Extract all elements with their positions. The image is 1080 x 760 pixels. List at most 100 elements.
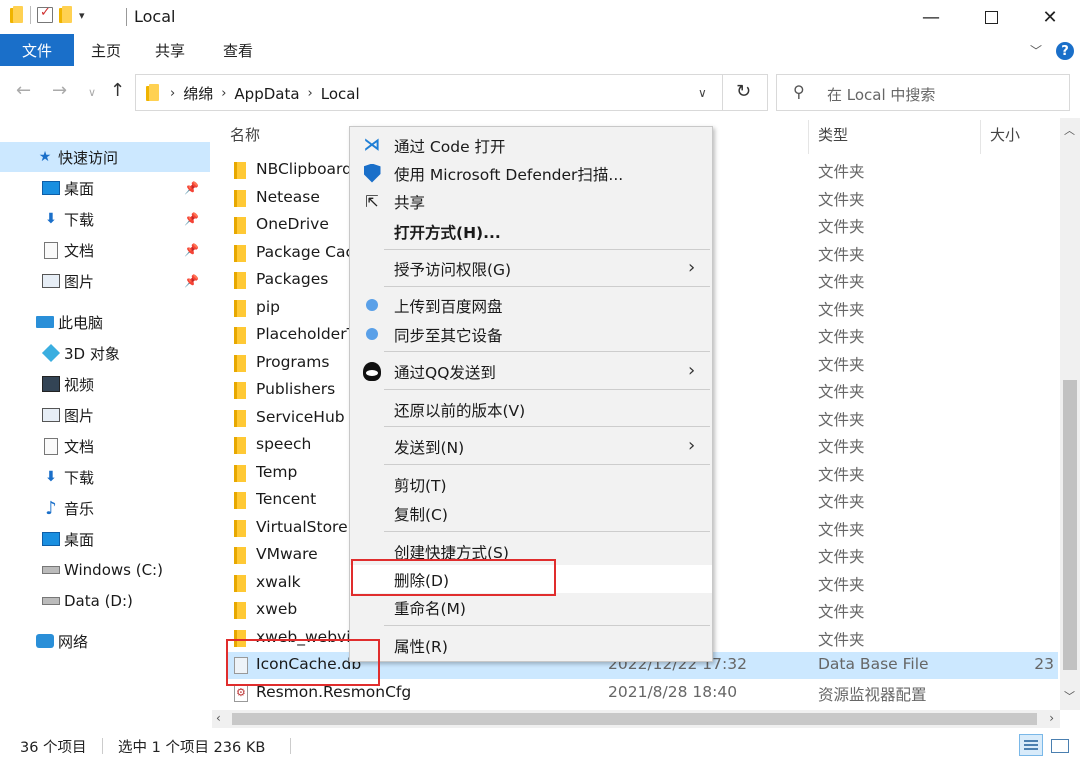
file-name[interactable]: pip bbox=[256, 298, 280, 316]
customize-toolbar-dropdown-icon[interactable]: ▾ bbox=[79, 9, 85, 22]
back-arrow-icon[interactable]: ← bbox=[16, 80, 31, 101]
breadcrumb-item[interactable]: 绵绵 bbox=[183, 83, 213, 104]
menu-item-rename[interactable]: 重命名(M) bbox=[350, 593, 712, 621]
breadcrumb-item[interactable]: Local bbox=[321, 85, 360, 103]
large-icons-view-icon[interactable] bbox=[1048, 735, 1070, 755]
file-name[interactable]: PlaceholderT bbox=[256, 325, 356, 343]
sidebar-item-drive-c[interactable]: Windows (C:) bbox=[0, 555, 210, 585]
tab-file[interactable]: 文件 bbox=[0, 34, 74, 66]
pin-icon[interactable]: 📌 bbox=[184, 274, 199, 288]
menu-item-label: 打开方式(H)... bbox=[394, 224, 501, 242]
up-arrow-icon[interactable]: ↑ bbox=[110, 80, 125, 101]
sidebar-item-downloads[interactable]: ⬇ 下载 📌 bbox=[0, 204, 210, 234]
file-name[interactable]: NBClipboard bbox=[256, 160, 352, 178]
column-divider[interactable] bbox=[808, 120, 809, 154]
menu-item-open-with-code[interactable]: ⋊ 通过 Code 打开 bbox=[350, 131, 712, 159]
file-name[interactable]: VirtualStore bbox=[256, 518, 348, 536]
breadcrumb-separator-icon[interactable]: › bbox=[170, 86, 175, 101]
file-name[interactable]: xwalk bbox=[256, 573, 301, 591]
tab-home[interactable]: 主页 bbox=[86, 34, 126, 66]
menu-item-properties[interactable]: 属性(R) bbox=[350, 631, 712, 659]
menu-item-upload-baidu[interactable]: 上传到百度网盘 bbox=[350, 291, 712, 319]
file-name[interactable]: Netease bbox=[256, 188, 320, 206]
breadcrumb-separator-icon[interactable]: › bbox=[221, 86, 226, 101]
address-history-dropdown-icon[interactable]: ∨ bbox=[698, 86, 707, 100]
close-button[interactable]: ✕ bbox=[1020, 0, 1080, 34]
maximize-icon bbox=[984, 10, 998, 24]
file-name[interactable]: OneDrive bbox=[256, 215, 329, 233]
forward-arrow-icon[interactable]: → bbox=[52, 80, 67, 101]
file-type: 文件夹 bbox=[818, 630, 865, 649]
sidebar-item-3d-objects[interactable]: 3D 对象 bbox=[0, 338, 210, 368]
menu-item-defender-scan[interactable]: 使用 Microsoft Defender扫描... bbox=[350, 159, 712, 187]
file-name[interactable]: speech bbox=[256, 435, 311, 453]
search-input[interactable]: 在 Local 中搜索 bbox=[827, 84, 935, 105]
sidebar-item-pictures[interactable]: 图片 📌 bbox=[0, 266, 210, 296]
file-name[interactable]: Publishers bbox=[256, 380, 335, 398]
file-type: 文件夹 bbox=[818, 603, 865, 621]
column-header-type[interactable]: 类型 bbox=[818, 124, 848, 145]
menu-item-send-to[interactable]: 发送到(N) › bbox=[350, 432, 712, 460]
menu-item-copy[interactable]: 复制(C) bbox=[350, 499, 712, 527]
sidebar-item-this-pc[interactable]: 此电脑 bbox=[0, 307, 210, 337]
breadcrumb-separator-icon[interactable]: › bbox=[308, 86, 313, 101]
sidebar-item-videos[interactable]: 视频 bbox=[0, 369, 210, 399]
help-icon[interactable]: ? bbox=[1056, 42, 1074, 60]
file-name[interactable]: Package Cac bbox=[256, 243, 354, 261]
tab-view[interactable]: 查看 bbox=[218, 34, 258, 66]
refresh-icon[interactable]: ↻ bbox=[736, 81, 751, 102]
breadcrumb-item[interactable]: AppData bbox=[234, 85, 299, 103]
scroll-up-icon[interactable]: ︿ bbox=[1064, 122, 1075, 138]
address-bar[interactable]: › 绵绵 › AppData › Local ∨ ↻ bbox=[135, 74, 768, 111]
sidebar-item-quick-access[interactable]: ★ 快速访问 bbox=[0, 142, 210, 172]
column-divider[interactable] bbox=[980, 120, 981, 154]
expand-ribbon-chevron-icon[interactable]: ﹀ bbox=[1030, 42, 1042, 59]
sidebar-item-desktop[interactable]: 桌面 bbox=[0, 524, 210, 554]
sidebar-item-drive-d[interactable]: Data (D:) bbox=[0, 586, 210, 616]
scroll-down-icon[interactable]: ﹀ bbox=[1064, 688, 1075, 704]
column-header-size[interactable]: 大小 bbox=[990, 124, 1020, 145]
file-name[interactable]: Programs bbox=[256, 353, 329, 371]
sidebar-item-documents[interactable]: 文档 📌 bbox=[0, 235, 210, 265]
menu-item-grant-access[interactable]: 授予访问权限(G) › bbox=[350, 254, 712, 282]
search-box[interactable]: ⚲ 在 Local 中搜索 bbox=[776, 74, 1070, 111]
column-header-name[interactable]: 名称 bbox=[230, 124, 260, 145]
menu-item-send-via-qq[interactable]: 通过QQ发送到 › bbox=[350, 357, 712, 385]
scroll-right-icon[interactable]: › bbox=[1049, 711, 1054, 725]
file-name[interactable]: VMware bbox=[256, 545, 318, 563]
pin-icon[interactable]: 📌 bbox=[184, 212, 199, 226]
sidebar-item-documents[interactable]: 文档 bbox=[0, 431, 210, 461]
recent-locations-chevron-icon[interactable]: ∨ bbox=[88, 86, 96, 99]
sidebar-item-network[interactable]: 网络 bbox=[0, 626, 210, 656]
horizontal-scrollbar[interactable]: ‹ › bbox=[212, 710, 1060, 728]
sidebar-item-downloads[interactable]: ⬇ 下载 bbox=[0, 462, 210, 492]
new-folder-icon[interactable] bbox=[59, 6, 73, 24]
menu-item-sync-devices[interactable]: 同步至其它设备 bbox=[350, 320, 712, 348]
file-name[interactable]: ServiceHub bbox=[256, 408, 345, 426]
scrollbar-thumb[interactable] bbox=[1063, 380, 1077, 670]
pin-icon[interactable]: 📌 bbox=[184, 243, 199, 257]
file-name[interactable]: Temp bbox=[256, 463, 297, 481]
folder-icon bbox=[234, 162, 246, 179]
file-name[interactable]: Tencent bbox=[256, 490, 316, 508]
menu-item-open-with[interactable]: 打开方式(H)... bbox=[350, 217, 712, 245]
details-view-icon[interactable] bbox=[1019, 734, 1043, 756]
menu-item-restore-versions[interactable]: 还原以前的版本(V) bbox=[350, 395, 712, 423]
minimize-button[interactable]: — bbox=[901, 0, 961, 34]
maximize-button[interactable] bbox=[961, 0, 1021, 34]
sidebar-item-pictures[interactable]: 图片 bbox=[0, 400, 210, 430]
menu-item-share[interactable]: ⇱ 共享 bbox=[350, 187, 712, 215]
vertical-scrollbar[interactable]: ︿ ﹀ bbox=[1060, 118, 1080, 710]
menu-item-cut[interactable]: 剪切(T) bbox=[350, 470, 712, 498]
scroll-left-icon[interactable]: ‹ bbox=[216, 711, 221, 725]
pin-icon[interactable]: 📌 bbox=[184, 181, 199, 195]
file-size: 23 bbox=[1034, 655, 1054, 673]
properties-check-icon[interactable] bbox=[37, 5, 53, 23]
sidebar-item-music[interactable]: ♪ 音乐 bbox=[0, 493, 210, 523]
file-name[interactable]: xweb bbox=[256, 600, 297, 618]
file-name[interactable]: Packages bbox=[256, 270, 328, 288]
tab-share[interactable]: 共享 bbox=[150, 34, 190, 66]
scrollbar-thumb[interactable] bbox=[232, 713, 1037, 725]
sidebar-item-desktop[interactable]: 桌面 📌 bbox=[0, 173, 210, 203]
desktop-icon bbox=[42, 180, 60, 196]
